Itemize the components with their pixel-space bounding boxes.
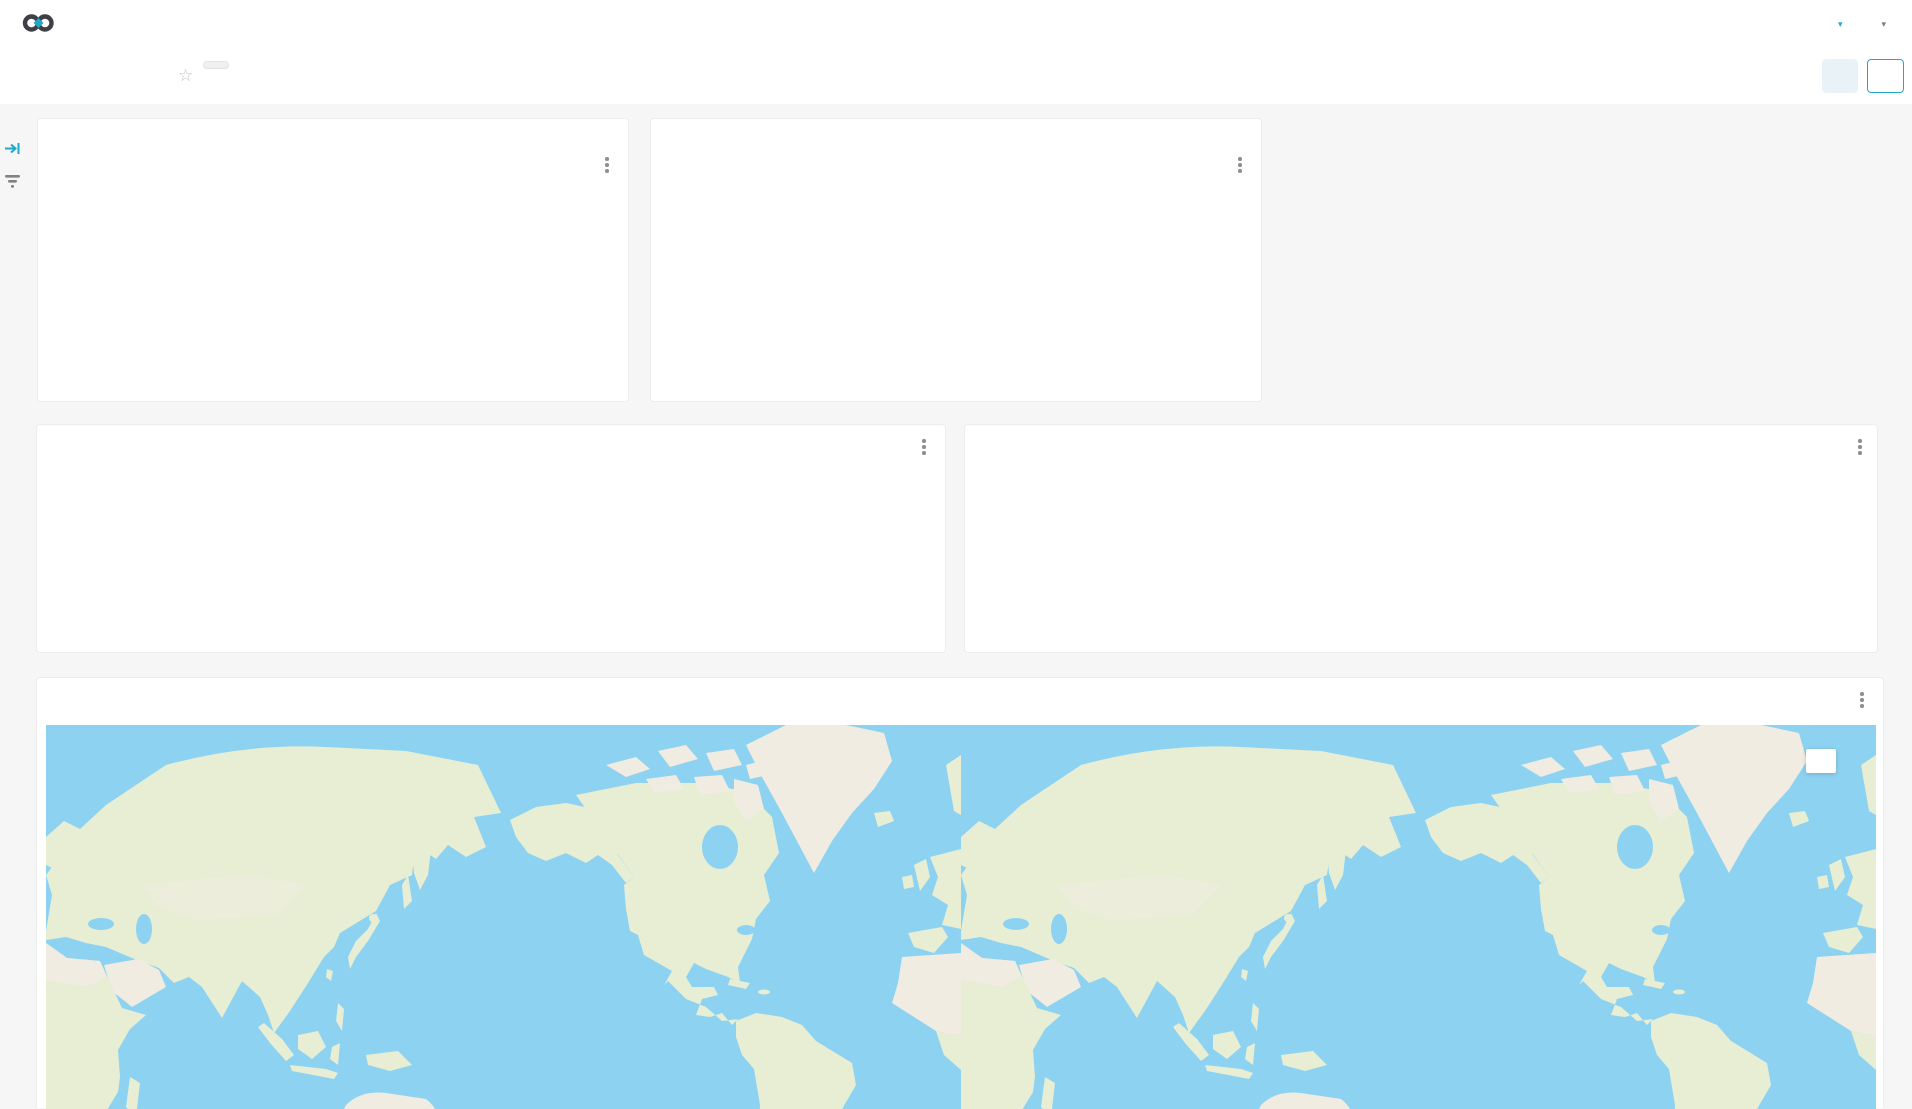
superset-brand[interactable] xyxy=(22,11,63,35)
chart-menu-kebab-icon[interactable] xyxy=(1853,439,1867,457)
dashboard-more-button[interactable] xyxy=(1867,59,1904,93)
chart-card-earthquakes-by-magnitude-lines xyxy=(964,424,1878,653)
chart-card-number-of-earthquakes xyxy=(36,424,946,653)
chart-menu-kebab-icon[interactable] xyxy=(917,439,931,457)
expand-filter-bar-button[interactable] xyxy=(4,140,21,162)
chart-menu-kebab-icon[interactable] xyxy=(1855,692,1869,710)
multi-line-chart[interactable] xyxy=(989,491,1875,651)
line-chart[interactable] xyxy=(57,477,937,645)
chart-card-magnitude-donut xyxy=(650,118,1262,402)
chart-card-earthquake-distribution xyxy=(36,677,1884,1108)
map-legend xyxy=(1806,749,1836,773)
top-navbar: ▾ ▾ xyxy=(0,0,1912,47)
superset-logo xyxy=(22,11,55,35)
arrow-to-bar-icon xyxy=(4,140,21,157)
chevron-down-icon: ▾ xyxy=(1838,19,1843,30)
chart-menu-kebab-icon[interactable] xyxy=(600,157,614,175)
status-badge xyxy=(203,61,229,69)
funnel-icon xyxy=(4,172,21,189)
new-item-menu[interactable]: ▾ xyxy=(1833,18,1843,29)
dashboard-header: ☆ xyxy=(0,46,1912,104)
chevron-down-icon: ▾ xyxy=(1881,19,1886,30)
donut-chart[interactable] xyxy=(651,119,1263,403)
edit-dashboard-button[interactable] xyxy=(1822,59,1858,93)
world-map[interactable] xyxy=(46,725,1876,1109)
trend-sparkline xyxy=(48,327,620,393)
favorite-star-icon[interactable]: ☆ xyxy=(178,66,193,86)
settings-menu[interactable]: ▾ xyxy=(1876,18,1886,29)
chart-card-total-number xyxy=(37,118,629,402)
filter-icon[interactable] xyxy=(4,172,21,194)
